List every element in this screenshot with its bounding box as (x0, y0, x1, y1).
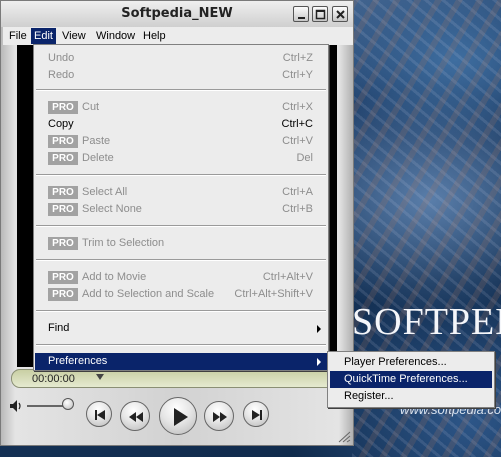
menu-item-shortcut: Ctrl+B (282, 203, 313, 215)
menu-item-shortcut: Ctrl+X (282, 101, 313, 113)
menu-help[interactable]: Help (140, 28, 169, 44)
menu-item-preferences[interactable]: Preferences (35, 353, 327, 370)
menu-item-select-all[interactable]: PRO Select All Ctrl+A (35, 184, 327, 201)
minimize-icon (298, 17, 305, 19)
pro-badge: PRO (48, 237, 78, 250)
fast-forward-button[interactable] (204, 401, 234, 431)
menu-item-label: Select All (82, 186, 128, 198)
playhead-marker-icon[interactable] (96, 374, 104, 380)
menu-item-shortcut: Ctrl+A (282, 186, 313, 198)
maximize-icon (315, 9, 326, 20)
menu-item-label: Redo (48, 69, 75, 81)
menu-item-redo[interactable]: Redo Ctrl+Y (35, 67, 327, 84)
menu-item-add-to-movie[interactable]: PRO Add to Movie Ctrl+Alt+V (35, 269, 327, 286)
submenu-arrow-icon (317, 325, 321, 333)
menu-item-label: Cut (82, 101, 100, 113)
pro-badge: PRO (48, 152, 78, 165)
minimize-button[interactable] (293, 6, 309, 22)
resize-grip-icon[interactable] (337, 431, 351, 443)
play-icon (174, 408, 188, 426)
menu-separator (36, 174, 326, 176)
time-display[interactable]: 00:00:00 (11, 369, 342, 388)
menu-separator (36, 310, 326, 312)
edit-menu: Undo Ctrl+Z Redo Ctrl+Y PRO Cut Ctrl+X C… (33, 44, 329, 371)
menu-item-find[interactable]: Find (35, 320, 327, 337)
playback-controls (1, 391, 353, 443)
menu-separator (36, 344, 326, 346)
menu-separator (36, 259, 326, 261)
menu-item-trim-to-selection[interactable]: PRO Trim to Selection (35, 235, 327, 252)
fast-forward-icon (213, 412, 227, 422)
menu-item-label: Trim to Selection (82, 237, 165, 249)
menu-item-cut[interactable]: PRO Cut Ctrl+X (35, 99, 327, 116)
pro-badge: PRO (48, 288, 78, 301)
play-button[interactable] (159, 397, 197, 435)
menu-item-shortcut: Ctrl+Z (282, 52, 313, 64)
pro-badge: PRO (48, 186, 78, 199)
go-to-start-button[interactable] (86, 401, 112, 427)
wallpaper-brand-text: SOFTPEDIA (352, 301, 501, 343)
pro-badge: PRO (48, 135, 78, 148)
skip-back-icon (95, 410, 105, 420)
menu-edit[interactable]: Edit (31, 28, 56, 44)
menu-item-shortcut: Del (296, 152, 313, 164)
rewind-button[interactable] (120, 401, 150, 431)
submenu-item-player-preferences[interactable]: Player Preferences... (330, 354, 492, 371)
menu-item-label: Find (48, 322, 70, 334)
menu-item-shortcut: Ctrl+V (282, 135, 313, 147)
speaker-icon[interactable] (9, 399, 23, 413)
menu-item-delete[interactable]: PRO Delete Del (35, 150, 327, 167)
title-bar[interactable]: Softpedia_NEW (1, 1, 353, 27)
menu-item-label: Preferences (48, 355, 108, 367)
volume-slider-knob[interactable] (62, 398, 74, 410)
menu-file[interactable]: File (6, 28, 30, 44)
menu-bar: File Edit View Window Help (3, 27, 353, 45)
menu-item-select-none[interactable]: PRO Select None Ctrl+B (35, 201, 327, 218)
menu-item-undo[interactable]: Undo Ctrl+Z (35, 50, 327, 67)
rewind-icon (129, 412, 143, 422)
preferences-submenu: Player Preferences... QuickTime Preferen… (327, 351, 495, 408)
close-button[interactable] (332, 6, 348, 22)
menu-item-label: Delete (82, 152, 114, 164)
menu-item-label: Add to Movie (82, 271, 147, 283)
menu-item-label: Select None (82, 203, 142, 215)
menu-item-shortcut: Ctrl+Y (282, 69, 313, 81)
menu-item-label: Add to Selection and Scale (82, 288, 215, 300)
menu-item-shortcut: Ctrl+Alt+V (262, 271, 313, 283)
menu-item-shortcut: Ctrl+C (281, 118, 313, 130)
menu-window[interactable]: Window (93, 28, 138, 44)
maximize-button[interactable] (312, 6, 328, 22)
go-to-end-button[interactable] (243, 401, 269, 427)
submenu-item-quicktime-preferences[interactable]: QuickTime Preferences... (330, 371, 492, 388)
submenu-arrow-icon (317, 358, 321, 366)
timecode: 00:00:00 (32, 373, 75, 385)
menu-separator (36, 225, 326, 227)
submenu-item-register[interactable]: Register... (330, 388, 492, 405)
menu-separator (36, 89, 326, 91)
menu-item-shortcut: Ctrl+Alt+Shift+V (234, 288, 313, 300)
menu-item-label: Copy (48, 118, 74, 130)
menu-item-paste[interactable]: PRO Paste Ctrl+V (35, 133, 327, 150)
skip-forward-icon (252, 410, 262, 420)
menu-item-label: Paste (82, 135, 111, 147)
menu-view[interactable]: View (59, 28, 89, 44)
close-icon (336, 10, 345, 19)
pro-badge: PRO (48, 271, 78, 284)
menu-item-label: Undo (48, 52, 75, 64)
menu-item-add-to-selection-and-scale[interactable]: PRO Add to Selection and Scale Ctrl+Alt+… (35, 286, 327, 303)
pro-badge: PRO (48, 203, 78, 216)
menu-item-copy[interactable]: Copy Ctrl+C (35, 116, 327, 133)
pro-badge: PRO (48, 101, 78, 114)
